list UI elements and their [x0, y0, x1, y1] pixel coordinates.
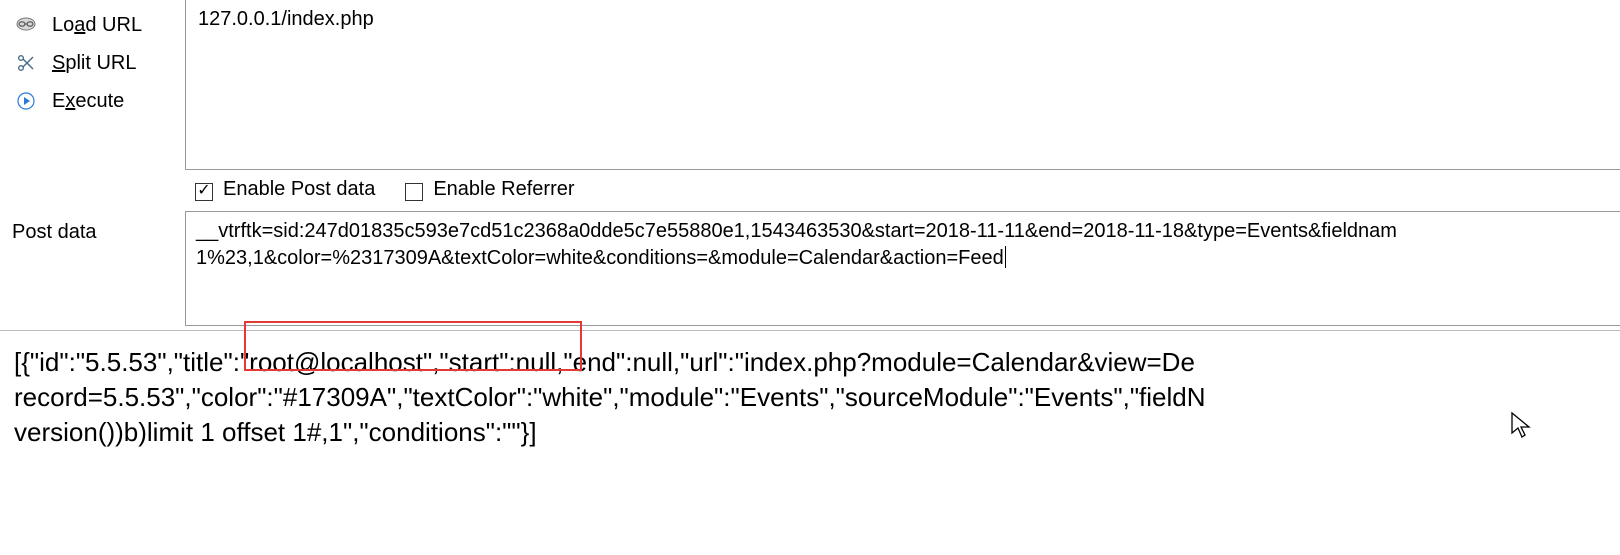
text-cursor	[1005, 246, 1006, 268]
postdata-line2: 1%23,1&color=%2317309A&textColor=white&c…	[196, 247, 1004, 269]
execute-button[interactable]: Execute	[12, 82, 185, 120]
load-url-label: Load URL	[40, 14, 142, 37]
split-url-button[interactable]: Split URL	[12, 44, 185, 82]
response-line3: version())b)limit 1 offset 1#,1","condit…	[14, 415, 1610, 450]
enable-referrer-label: Enable Referrer	[433, 178, 574, 201]
split-url-label: Split URL	[40, 52, 136, 75]
globe-link-icon	[12, 16, 40, 34]
enable-post-checkbox[interactable]: Enable Post data	[195, 178, 375, 201]
response-line2: record=5.5.53","color":"#17309A","textCo…	[14, 380, 1610, 415]
checkbox-unchecked-icon	[405, 183, 423, 201]
enable-post-label: Enable Post data	[223, 178, 375, 201]
postdata-line1: __vtrftk=sid:247d01835c593e7cd51c2368a0d…	[196, 220, 1397, 242]
checkbox-checked-icon	[195, 183, 213, 201]
scissors-icon	[12, 53, 40, 73]
play-icon	[12, 91, 40, 111]
url-input[interactable]: 127.0.0.1/index.php	[185, 0, 1620, 170]
sidebar: Load URL Split URL Execute	[0, 0, 185, 120]
execute-label: Execute	[40, 90, 124, 113]
postdata-label: Post data	[0, 211, 185, 244]
options-row: Enable Post data Enable Referrer	[0, 170, 1620, 211]
response-line1: [{"id":"5.5.53","title":"root@localhost"…	[14, 345, 1610, 380]
enable-referrer-checkbox[interactable]: Enable Referrer	[405, 178, 574, 201]
response-output: [{"id":"5.5.53","title":"root@localhost"…	[0, 331, 1620, 450]
load-url-button[interactable]: Load URL	[12, 6, 185, 44]
postdata-input[interactable]: __vtrftk=sid:247d01835c593e7cd51c2368a0d…	[185, 211, 1620, 326]
url-value: 127.0.0.1/index.php	[198, 8, 374, 30]
